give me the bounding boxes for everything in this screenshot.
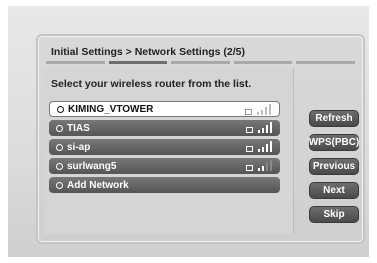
add-network-item[interactable]: Add Network bbox=[49, 177, 280, 193]
signal-strength-icon bbox=[246, 160, 272, 171]
previous-button[interactable]: Previous bbox=[309, 158, 359, 175]
progress-step-current bbox=[108, 61, 168, 64]
step-progress-bar bbox=[46, 61, 355, 64]
network-list-panel: Select your wireless router from the lis… bbox=[44, 68, 294, 234]
network-settings-dialog: Initial Settings > Network Settings (2/5… bbox=[36, 34, 365, 244]
network-name: surlwang5 bbox=[67, 160, 117, 172]
lock-icon bbox=[246, 127, 253, 133]
next-button[interactable]: Next bbox=[309, 182, 359, 199]
refresh-button[interactable]: Refresh bbox=[309, 110, 359, 127]
dialog-title: Initial Settings > Network Settings (2/5… bbox=[51, 46, 245, 58]
wps-pbc-button[interactable]: WPS(PBC) bbox=[309, 134, 359, 151]
action-buttons: Refresh WPS(PBC) Previous Next Skip bbox=[309, 110, 359, 230]
radio-icon bbox=[56, 162, 63, 170]
list-prompt: Select your wireless router from the lis… bbox=[51, 78, 252, 90]
network-item-tias[interactable]: TIAS bbox=[49, 120, 280, 136]
network-name: TIAS bbox=[67, 122, 90, 134]
lock-icon bbox=[246, 146, 253, 152]
radio-icon bbox=[57, 105, 64, 113]
network-list: KIMING_VTOWER TIAS si-ap surlwang5 Add N… bbox=[49, 101, 280, 196]
network-item-surlwang5[interactable]: surlwang5 bbox=[49, 158, 280, 174]
lock-icon bbox=[245, 109, 252, 115]
skip-button[interactable]: Skip bbox=[309, 206, 359, 223]
signal-strength-icon bbox=[245, 104, 271, 115]
progress-step bbox=[233, 61, 293, 64]
radio-icon bbox=[56, 181, 63, 189]
add-network-label: Add Network bbox=[67, 179, 129, 191]
tv-screen: Initial Settings > Network Settings (2/5… bbox=[8, 6, 369, 257]
lock-icon bbox=[246, 165, 253, 171]
network-item-kiming-vtower[interactable]: KIMING_VTOWER bbox=[49, 101, 280, 117]
radio-icon bbox=[56, 124, 63, 132]
radio-icon bbox=[56, 143, 63, 151]
progress-step bbox=[296, 61, 355, 64]
signal-strength-icon bbox=[246, 122, 272, 133]
signal-strength-icon bbox=[246, 141, 272, 152]
network-item-si-ap[interactable]: si-ap bbox=[49, 139, 280, 155]
progress-step bbox=[171, 61, 230, 64]
progress-step bbox=[46, 61, 105, 64]
network-name: KIMING_VTOWER bbox=[68, 103, 154, 115]
network-name: si-ap bbox=[67, 141, 91, 153]
